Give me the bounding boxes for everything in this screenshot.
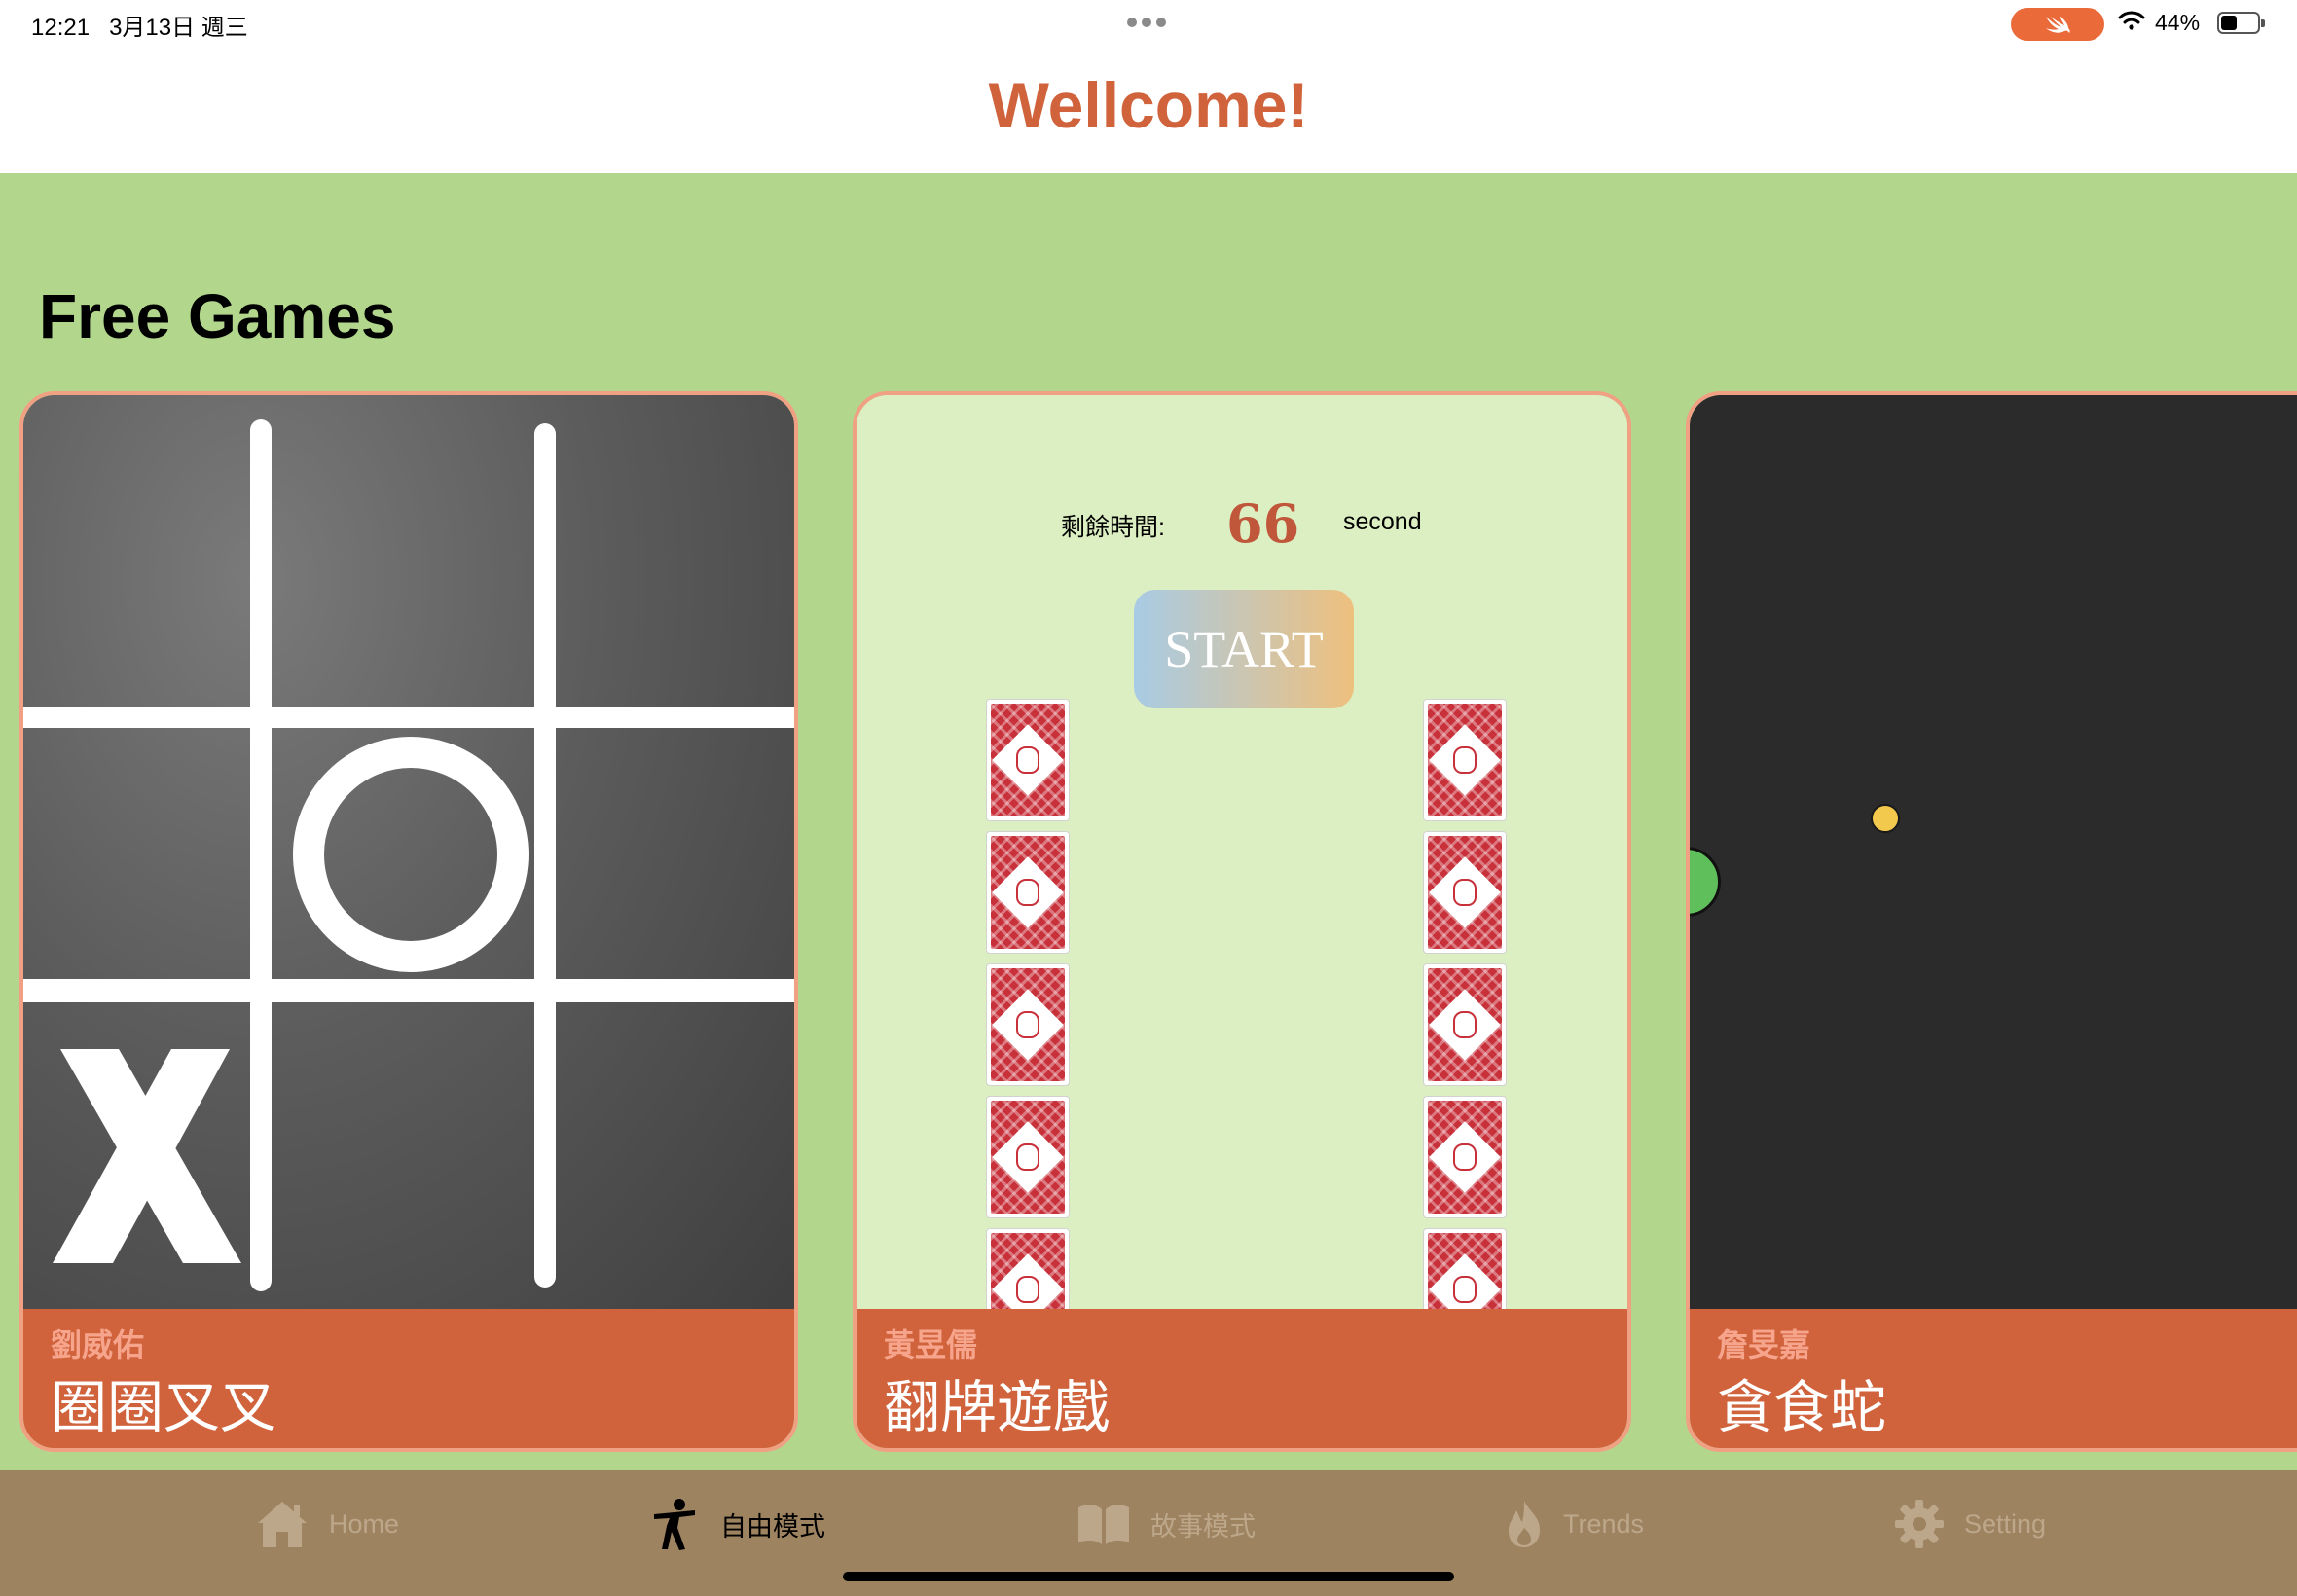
memory-game-preview: 剩餘時間: 66 second START: [857, 395, 1627, 1351]
page-title: Wellcome!: [988, 69, 1309, 141]
game-card-footer: 詹旻嘉 貪食蛇: [1690, 1309, 2297, 1448]
multitasking-dots-icon[interactable]: [1127, 18, 1166, 27]
card-back[interactable]: [986, 831, 1070, 954]
card-back[interactable]: [1423, 831, 1507, 954]
status-date: 3月13日 週三: [109, 15, 248, 41]
tab-trends[interactable]: Trends: [1505, 1496, 1644, 1552]
tab-label: 故事模式: [1150, 1511, 1256, 1542]
wifi-icon: [2118, 10, 2145, 36]
main-content: Free Games 劉威佑 圈圈叉叉 剩餘時間: 66 second STAR…: [0, 173, 2297, 1470]
book-icon: [1078, 1505, 1129, 1544]
tab-label: Home: [329, 1508, 400, 1539]
game-card-footer: 劉威佑 圈圈叉叉: [23, 1309, 794, 1448]
tab-free-mode[interactable]: 自由模式: [650, 1496, 825, 1552]
card-back[interactable]: [1423, 963, 1507, 1086]
tab-label: 自由模式: [720, 1511, 825, 1542]
game-card-tic-tac-toe[interactable]: 劉威佑 圈圈叉叉: [19, 391, 798, 1452]
tab-story-mode[interactable]: 故事模式: [1076, 1496, 1256, 1552]
card-back[interactable]: [986, 699, 1070, 821]
status-time: 12:21 3月13日 週三: [31, 15, 248, 41]
game-author: 詹旻嘉: [1717, 1327, 1811, 1362]
snake-head: [1690, 847, 1721, 917]
card-back[interactable]: [1423, 699, 1507, 821]
card-back[interactable]: [986, 963, 1070, 1086]
tab-label: Trends: [1563, 1508, 1645, 1539]
gear-icon: [1895, 1500, 1944, 1548]
flame-icon: [1509, 1501, 1540, 1547]
timer-label: 剩餘時間:: [1061, 514, 1165, 541]
home-indicator[interactable]: [843, 1572, 1454, 1581]
x-mark-icon: [53, 1049, 241, 1263]
timer-unit: second: [1343, 508, 1422, 535]
martial-arts-icon: [654, 1499, 695, 1550]
tab-setting[interactable]: Setting: [1894, 1496, 2046, 1552]
tic-tac-toe-preview: [23, 395, 794, 1313]
timer-value: 66: [1226, 492, 1300, 555]
game-card-snake[interactable]: 詹旻嘉 貪食蛇: [1686, 391, 2297, 1452]
card-back[interactable]: [986, 1096, 1070, 1218]
tab-label: Setting: [1964, 1508, 2047, 1539]
status-bar: 12:21 3月13日 週三 44%: [0, 0, 2297, 49]
battery-percentage: 44%: [2155, 10, 2201, 35]
game-card-footer: 黃昱儒 翻牌遊戲: [857, 1309, 1627, 1448]
game-title: 貪食蛇: [1717, 1376, 1887, 1439]
snake-game-preview: [1690, 395, 2297, 1313]
swift-playgrounds-icon[interactable]: [2011, 8, 2104, 41]
game-title: 翻牌遊戲: [884, 1376, 1111, 1439]
game-author: 劉威佑: [51, 1327, 145, 1362]
game-card-memory[interactable]: 剩餘時間: 66 second START 黃昱儒 翻牌遊戲: [853, 391, 1631, 1452]
card-back[interactable]: [1423, 1096, 1507, 1218]
start-button[interactable]: START: [1134, 590, 1354, 708]
game-author: 黃昱儒: [884, 1327, 978, 1362]
section-title: Free Games: [39, 281, 396, 351]
house-icon: [258, 1502, 307, 1547]
game-title: 圈圈叉叉: [51, 1376, 277, 1439]
tab-home[interactable]: Home: [255, 1496, 399, 1552]
tab-bar: Home 自由模式 故事模式 Trends Setting: [0, 1470, 2297, 1596]
battery-icon: [2217, 12, 2265, 34]
food-dot: [1871, 804, 1900, 833]
